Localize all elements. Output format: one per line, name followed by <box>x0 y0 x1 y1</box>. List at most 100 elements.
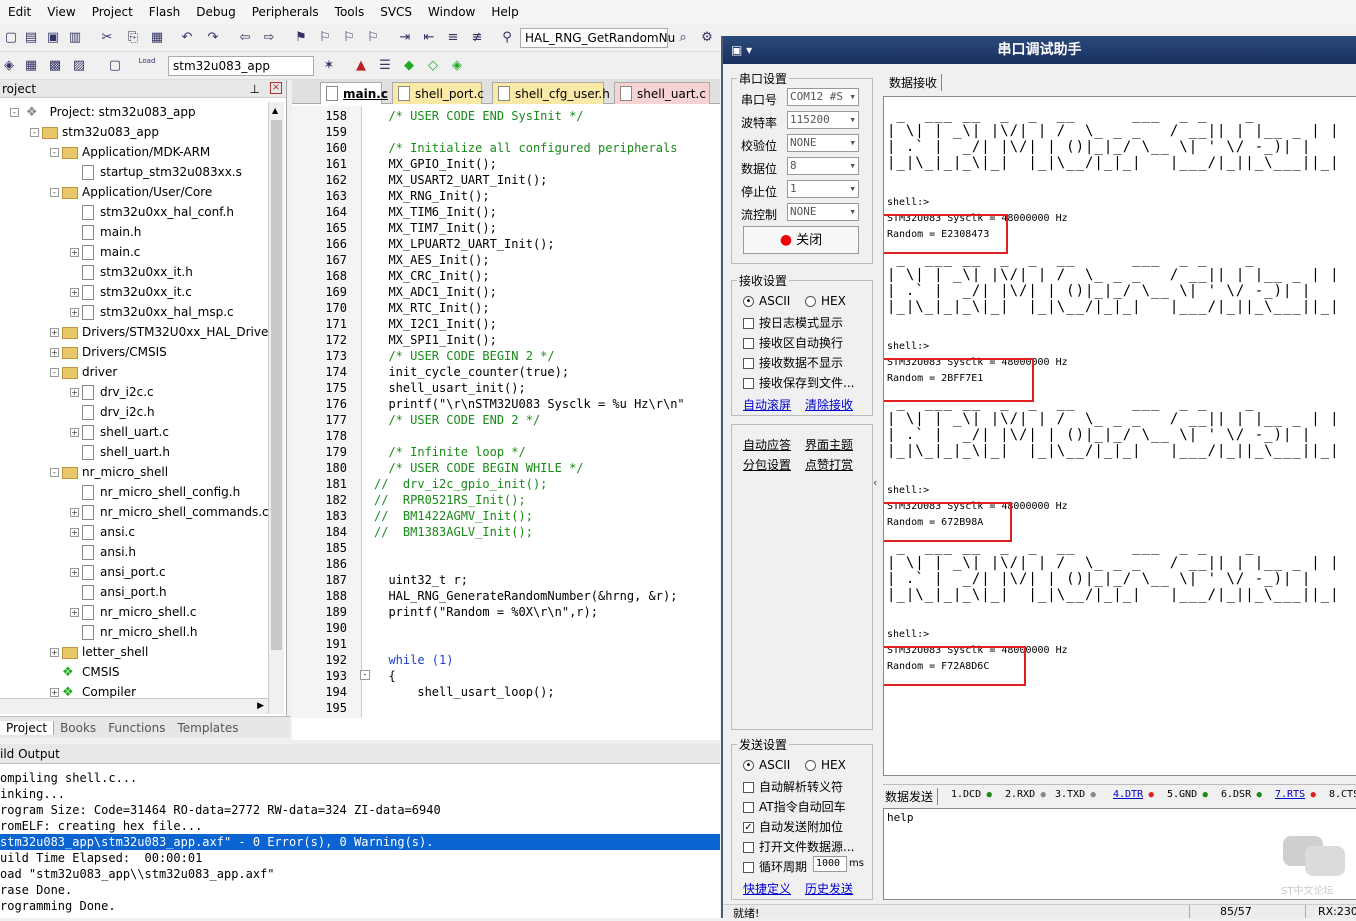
project-tab-functions[interactable]: Functions <box>102 721 171 735</box>
tree-item[interactable]: + ansi.c <box>70 522 135 542</box>
bookmark-icon[interactable]: ⚑ <box>292 29 310 47</box>
menu-peripherals[interactable]: Peripherals <box>244 5 327 19</box>
undo-icon[interactable]: ↶ <box>178 29 196 47</box>
tree-item[interactable]: stm32u0xx_hal_conf.h <box>70 202 234 222</box>
copy-icon[interactable]: ⎘ <box>124 29 142 47</box>
clear-recv-link[interactable]: 清除接收 <box>805 396 853 413</box>
build-icon[interactable]: ▦ <box>22 57 40 75</box>
menu-help[interactable]: Help <box>483 5 526 19</box>
send-hex-radio[interactable]: HEX <box>805 758 846 772</box>
scroll-up-icon[interactable]: ▲ <box>272 106 278 115</box>
save-to-file-checkbox[interactable]: 接收保存到文件... <box>743 374 854 391</box>
target-combo[interactable]: stm32u083_app <box>168 56 314 76</box>
tree-item[interactable]: startup_stm32u083xx.s <box>70 162 242 182</box>
expand-icon[interactable]: + <box>70 248 79 257</box>
tree-item[interactable]: ansi_port.h <box>70 582 167 602</box>
expand-icon[interactable]: + <box>70 568 79 577</box>
tree-item[interactable]: + Drivers/CMSIS <box>50 342 167 362</box>
function-combo[interactable]: HAL_RNG_GetRandomNu <box>520 28 675 48</box>
menu-window[interactable]: Window <box>420 5 483 19</box>
translate-icon[interactable]: ◈ <box>0 57 18 75</box>
nav-back-icon[interactable]: ⇦ <box>236 29 254 47</box>
unindent-icon[interactable]: ⇤ <box>420 29 438 47</box>
menu-project[interactable]: Project <box>84 5 141 19</box>
bookmark-clear-icon[interactable]: ⚐ <box>364 29 382 47</box>
tree-item[interactable]: main.h <box>70 222 141 242</box>
theme-button[interactable]: 界面主题 <box>805 436 853 453</box>
databits-select[interactable]: 8 <box>787 157 859 175</box>
rebuild-icon[interactable]: ▩ <box>46 57 64 75</box>
expand-icon[interactable]: + <box>70 288 79 297</box>
close-port-button[interactable]: ● 关闭 <box>743 226 859 254</box>
save-all-icon[interactable]: ▥ <box>66 29 84 47</box>
tree-item[interactable]: drv_i2c.h <box>70 402 155 422</box>
baud-select[interactable]: 115200 <box>787 111 859 129</box>
project-tab-project[interactable]: Project <box>0 720 55 735</box>
tree-item[interactable]: + ansi_port.c <box>70 562 166 582</box>
tree-item[interactable]: + Drivers/STM32U0xx_HAL_Driver <box>50 322 273 342</box>
collapse-icon[interactable]: - <box>30 128 39 137</box>
bookmark-next-icon[interactable]: ⚐ <box>340 29 358 47</box>
tree-item[interactable]: - Application/MDK-ARM <box>50 142 210 162</box>
flow-select[interactable]: NONE <box>787 203 859 221</box>
tree-item[interactable]: + letter_shell <box>50 642 148 662</box>
stopbits-select[interactable]: 1 <box>787 180 859 198</box>
target-options-icon[interactable]: ✶ <box>320 57 338 75</box>
expand-icon[interactable]: + <box>50 688 59 697</box>
project-root[interactable]: - ❖ Project: stm32u083_app <box>10 102 196 122</box>
find-in-files-icon[interactable]: ⚲ <box>498 29 516 47</box>
tree-item[interactable]: - stm32u083_app <box>30 122 159 142</box>
parse-escape-checkbox[interactable]: 自动解析转义符 <box>743 778 843 795</box>
auto-wrap-checkbox[interactable]: 接收区自动换行 <box>743 334 843 351</box>
tree-item[interactable]: + drv_i2c.c <box>70 382 154 402</box>
shortcut-link[interactable]: 快捷定义 <box>743 880 791 897</box>
tree-item[interactable]: nr_micro_shell_config.h <box>70 482 240 502</box>
recv-ascii-radio[interactable]: • ASCII <box>743 294 790 308</box>
history-link[interactable]: 历史发送 <box>805 880 853 897</box>
expand-icon[interactable]: + <box>70 388 79 397</box>
tree-scrollbar[interactable]: ▲ <box>268 102 284 714</box>
expand-icon[interactable]: + <box>50 648 59 657</box>
project-tab-templates[interactable]: Templates <box>171 721 244 735</box>
expand-icon[interactable]: + <box>70 428 79 437</box>
indent-icon[interactable]: ⇥ <box>396 29 414 47</box>
debug-settings-icon[interactable]: ⚙ <box>698 29 716 47</box>
close-panel-icon[interactable]: × <box>270 82 282 94</box>
tree-item[interactable]: + main.c <box>70 242 140 262</box>
splitter-arrow-icon[interactable]: ‹ <box>873 476 881 492</box>
signal-indicator[interactable]: 4.DTR ● <box>1113 789 1154 800</box>
loop-period-checkbox[interactable]: 循环周期 <box>743 858 807 875</box>
tree-item[interactable]: shell_uart.h <box>70 442 170 462</box>
collapse-icon[interactable]: - <box>50 188 59 197</box>
find-icon[interactable]: ⌕ <box>674 29 692 47</box>
pin-icon[interactable]: ⊥ <box>250 80 260 98</box>
tree-item[interactable]: ansi.h <box>70 542 136 562</box>
menu-view[interactable]: View <box>39 5 83 19</box>
parity-select[interactable]: NONE <box>787 134 859 152</box>
project-tab-books[interactable]: Books <box>54 721 102 735</box>
expand-icon[interactable]: + <box>70 308 79 317</box>
tree-item[interactable]: + stm32u0xx_it.c <box>70 282 192 302</box>
port-select[interactable]: COM12 #S <box>787 88 859 106</box>
new-file-icon[interactable]: ▢ <box>2 29 20 47</box>
save-icon[interactable]: ▣ <box>44 29 62 47</box>
tree-item[interactable]: ❖ CMSIS <box>50 662 120 682</box>
comment-icon[interactable]: ≡ <box>444 29 462 47</box>
tree-item[interactable]: + shell_uart.c <box>70 422 169 442</box>
send-tab[interactable]: 数据发送 <box>885 788 939 805</box>
editor-tab-shell-port-c[interactable]: shell_port.c <box>392 82 484 104</box>
app-menu-icon[interactable]: ▣ ▾ <box>731 36 752 64</box>
recv-area[interactable]: _ ___ __ _ _ __ ___ _ _ _ | \| | _\| |\/|… <box>883 96 1356 776</box>
donate-button[interactable]: 点赞打赏 <box>805 456 853 473</box>
file-source-checkbox[interactable]: 打开文件数据源... <box>743 838 854 855</box>
open-file-icon[interactable]: ▤ <box>22 29 40 47</box>
bookmark-prev-icon[interactable]: ⚐ <box>316 29 334 47</box>
send-ascii-radio[interactable]: • ASCII <box>743 758 790 772</box>
expand-icon[interactable]: + <box>70 508 79 517</box>
download-load-icon[interactable]: Load <box>138 57 156 75</box>
append-bit-checkbox[interactable]: ✓ 自动发送附加位 <box>743 818 843 835</box>
collapse-icon[interactable]: - <box>50 468 59 477</box>
tree-item[interactable]: - Application/User/Core <box>50 182 212 202</box>
collapse-icon[interactable]: - <box>50 148 59 157</box>
menu-edit[interactable]: Edit <box>0 5 39 19</box>
